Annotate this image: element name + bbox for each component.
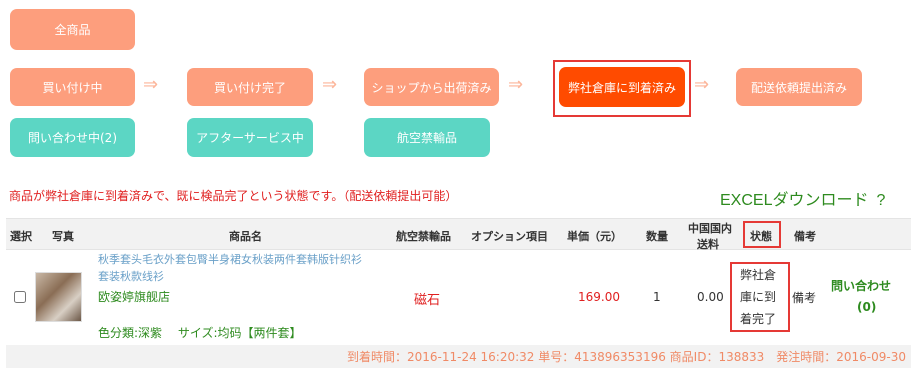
header-status: 状態	[750, 230, 772, 243]
help-icon[interactable]: ?	[876, 192, 885, 209]
header-photo: 写真	[52, 230, 74, 243]
arrow-right-icon: ⇒	[694, 74, 710, 95]
status-value-line1: 弊社倉	[740, 268, 777, 282]
arrow-right-icon: ⇒	[322, 74, 338, 95]
header-domestic-shipping-2: 送料	[697, 238, 719, 251]
buy-done-button[interactable]: 買い付け完了	[187, 68, 313, 106]
shop-name[interactable]: 欧姿婷旗舰店	[98, 288, 170, 305]
air-prohibited-button[interactable]: 航空禁輸品	[364, 118, 490, 157]
header-option: オプション項目	[471, 230, 548, 243]
product-thumbnail[interactable]	[35, 272, 82, 322]
shipping-value: 0.00	[697, 290, 724, 304]
product-variant: 色分類:深紫 サイズ:均码【两件套】	[98, 326, 302, 340]
buying-button[interactable]: 買い付け中	[10, 68, 135, 106]
header-air-prohibited: 航空禁輸品	[396, 230, 451, 243]
arrow-right-icon: ⇒	[508, 74, 524, 95]
header-domestic-shipping: 中国国内	[688, 222, 732, 235]
inquiry-count[interactable]: (0)	[857, 300, 876, 314]
excel-download-link[interactable]: EXCELダウンロード	[720, 192, 868, 209]
status-description: 商品が弊社倉庫に到着済みで、既に検品完了という状態です。（配送依頼提出可能）	[9, 189, 458, 203]
inquiry-button[interactable]: 問い合わせ中(2)	[10, 118, 135, 157]
delivery-requested-button[interactable]: 配送依頼提出済み	[736, 68, 862, 106]
all-items-button[interactable]: 全商品	[10, 9, 135, 50]
shop-shipped-button[interactable]: ショップから出荷済み	[364, 68, 499, 106]
header-quantity: 数量	[646, 230, 668, 243]
status-value-line2: 庫に到	[740, 290, 777, 304]
unit-price-value: 169.00	[578, 290, 620, 304]
prohibited-item-value: 磁石	[414, 293, 441, 308]
remarks-value: 備考	[792, 291, 817, 305]
arrow-right-icon: ⇒	[143, 74, 159, 95]
row-footer: 到着時間：2016-11-24 16:20:32 単号：413896353196…	[6, 345, 911, 368]
header-select: 選択	[10, 230, 32, 243]
header-unit-price: 単価（元）	[567, 230, 622, 243]
inquiry-link[interactable]: 問い合わせ	[831, 277, 891, 294]
status-value-line3: 着完了	[740, 312, 777, 326]
after-service-button[interactable]: アフターサービス中	[187, 118, 313, 157]
quantity-value: 1	[653, 290, 661, 304]
order-meta: 到着時間：2016-11-24 16:20:32 単号：413896353196…	[346, 350, 906, 364]
product-title-link-2[interactable]: 套装秋款线衫	[98, 268, 164, 284]
header-remarks: 備考	[794, 230, 816, 243]
product-title-link[interactable]: 秋季套头毛衣外套包臀半身裙女秋装两件套韩版针织衫	[98, 251, 362, 267]
arrived-warehouse-button[interactable]: 弊社倉庫に到着済み	[559, 67, 685, 107]
excel-download[interactable]: EXCELダウンロード?	[720, 186, 885, 210]
header-product-name: 商品名	[229, 230, 262, 243]
row-select-checkbox[interactable]	[14, 291, 26, 303]
